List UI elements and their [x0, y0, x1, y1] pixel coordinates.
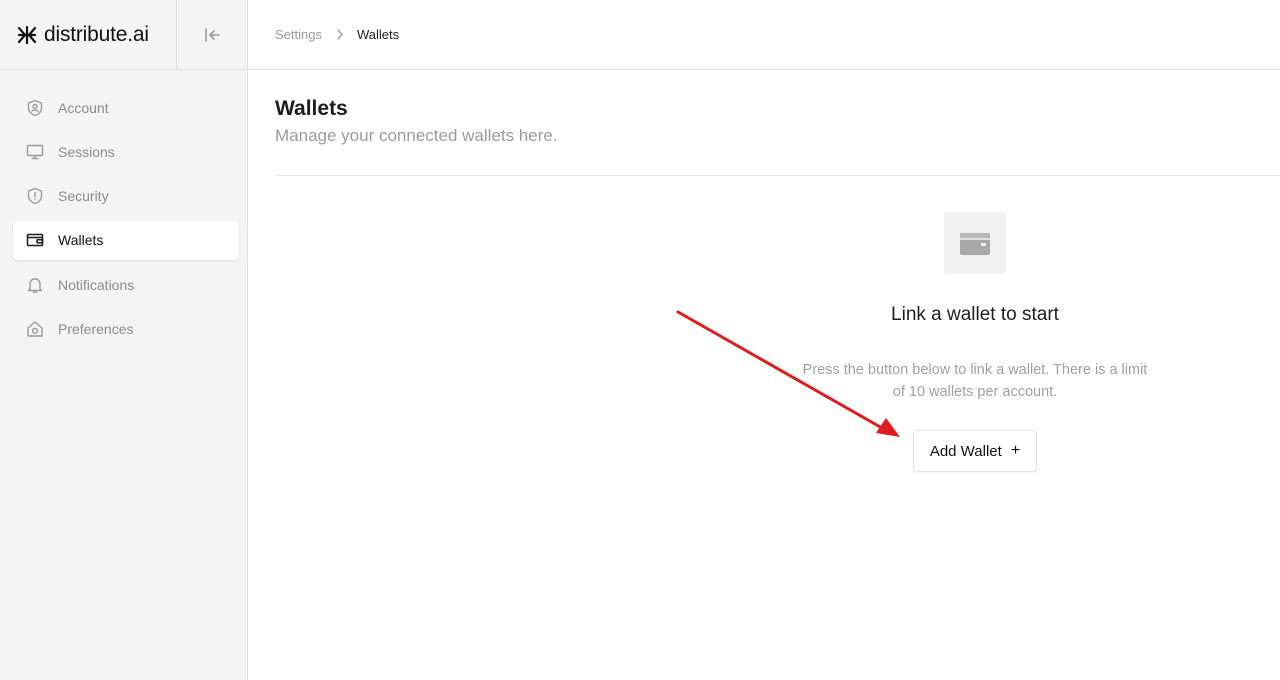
chevron-right-icon	[336, 29, 344, 40]
bell-icon	[27, 277, 43, 293]
brand-bar: distribute.ai	[0, 0, 247, 70]
add-wallet-button[interactable]: Add Wallet +	[913, 430, 1037, 472]
settings-nav: Account Sessions Security Wallets Notifi…	[0, 70, 247, 348]
empty-state-title: Link a wallet to start	[891, 304, 1059, 325]
collapse-left-icon	[205, 27, 220, 42]
sidebar-item-label: Sessions	[58, 143, 115, 160]
section-divider	[275, 175, 1280, 176]
collapse-sidebar-button[interactable]	[177, 0, 247, 69]
sidebar-item-label: Notifications	[58, 276, 135, 293]
monitor-icon	[26, 144, 44, 159]
shield-alert-icon	[27, 187, 43, 205]
brand-name: distribute.ai	[44, 22, 149, 46]
sidebar-item-preferences[interactable]: Preferences	[13, 309, 239, 348]
empty-state-wallet-icon	[944, 212, 1006, 274]
sidebar: distribute.ai Account Sessions Security …	[0, 0, 248, 680]
sidebar-item-label: Wallets	[58, 232, 104, 249]
brand-logo[interactable]: distribute.ai	[0, 0, 177, 69]
page-title: Wallets	[275, 97, 348, 120]
page-header: Wallets Manage your connected wallets he…	[275, 97, 558, 146]
add-wallet-label: Add Wallet	[929, 442, 1002, 460]
user-shield-icon	[27, 99, 43, 116]
page-subtitle: Manage your connected wallets here.	[275, 126, 558, 145]
wallet-icon	[960, 233, 990, 255]
sidebar-item-sessions[interactable]: Sessions	[13, 132, 239, 171]
sidebar-item-label: Account	[58, 99, 109, 116]
sidebar-item-label: Security	[58, 188, 109, 205]
breadcrumb: Settings Wallets	[248, 0, 1280, 70]
breadcrumb-settings-link[interactable]: Settings	[275, 27, 322, 42]
sidebar-item-security[interactable]: Security	[13, 177, 239, 216]
sidebar-item-notifications[interactable]: Notifications	[13, 265, 239, 304]
home-gear-icon	[27, 321, 43, 337]
empty-state-description: Press the button below to link a wallet.…	[802, 362, 1148, 400]
sidebar-item-label: Preferences	[58, 320, 134, 337]
wallet-icon	[26, 234, 44, 247]
sidebar-item-wallets[interactable]: Wallets	[13, 220, 239, 260]
logo-mark-icon	[17, 25, 37, 44]
plus-icon: +	[1010, 442, 1021, 459]
breadcrumb-current: Wallets	[356, 27, 400, 42]
sidebar-item-account[interactable]: Account	[13, 88, 239, 127]
